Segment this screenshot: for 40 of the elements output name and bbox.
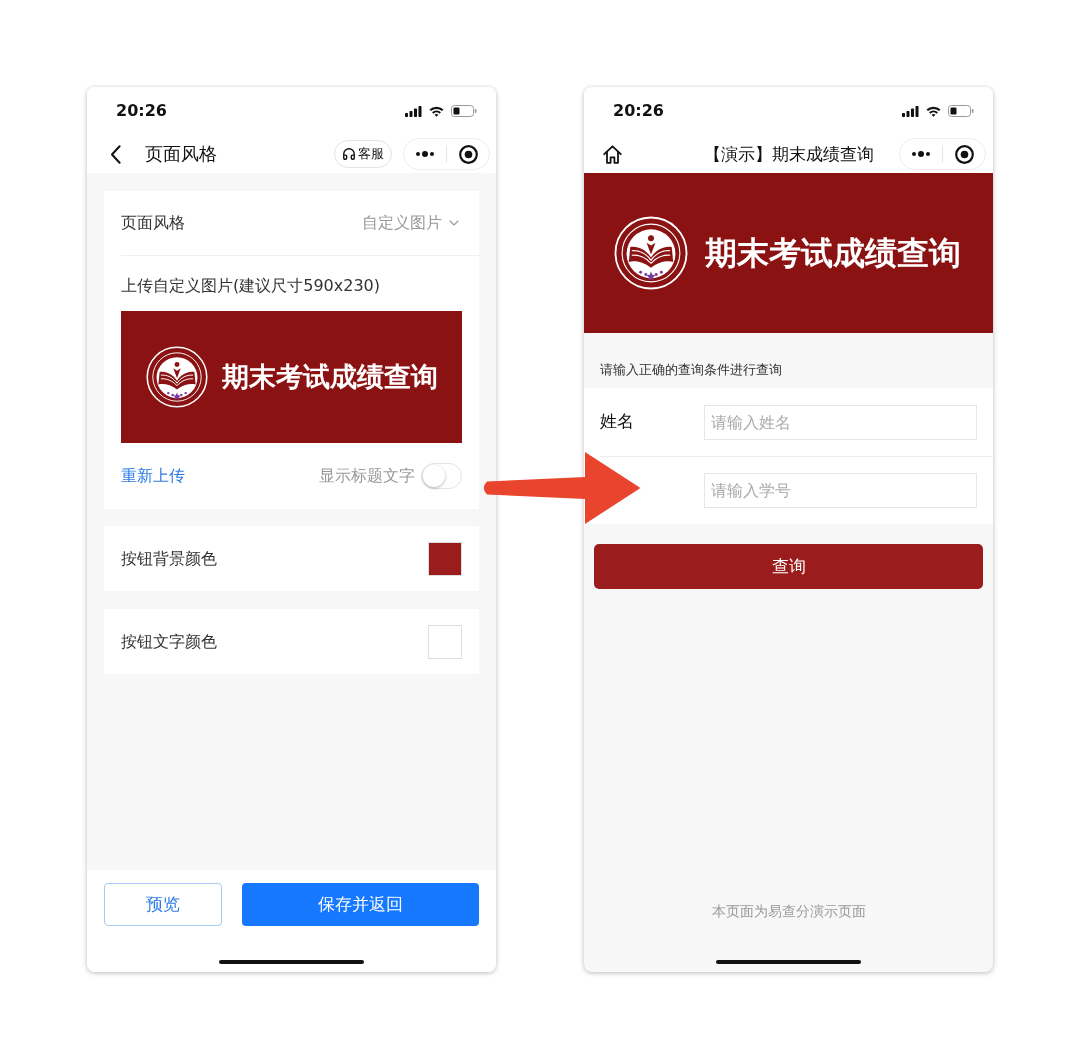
wifi-icon — [429, 105, 444, 117]
color-swatch[interactable] — [428, 541, 462, 576]
emblem-icon — [145, 346, 208, 408]
banner-title: 期末考试成绩查询 — [221, 360, 438, 394]
emblem-icon — [614, 216, 688, 290]
query-button[interactable]: 查询 — [594, 544, 983, 589]
wifi-icon — [926, 105, 941, 117]
preview-button[interactable]: 预览 — [104, 883, 222, 926]
setting-label: 按钮背景颜色 — [121, 547, 217, 570]
nav-title: 【演示】期末成绩查询 — [703, 143, 874, 166]
toggle-switch[interactable] — [421, 463, 462, 489]
footer-text: 本页面为易查分演示页面 — [711, 902, 866, 921]
upload-label: 上传自定义图片(建议尺寸590x230) — [121, 275, 382, 297]
signal-icon — [405, 105, 422, 117]
back-icon[interactable] — [110, 144, 121, 164]
headphones-icon — [342, 147, 356, 161]
home-icon[interactable] — [603, 144, 622, 164]
more-icon[interactable] — [416, 151, 434, 157]
service-button[interactable]: 客服 — [334, 140, 392, 168]
toggle-label: 显示标题文字 — [319, 465, 415, 487]
save-button[interactable]: 保存并返回 — [242, 883, 479, 926]
target-icon[interactable] — [955, 144, 974, 164]
battery-icon — [451, 105, 477, 117]
input-field[interactable]: 请输入学号 — [704, 473, 977, 508]
reupload-link[interactable]: 重新上传 — [121, 464, 185, 488]
banner-title: 期末考试成绩查询 — [705, 233, 961, 273]
setting-label: 页面风格 — [121, 212, 185, 234]
hint-text: 请输入正确的查询条件进行查询 — [600, 361, 783, 379]
style-select[interactable]: 自定义图片 — [362, 211, 462, 235]
signal-icon — [902, 105, 919, 117]
status-time: 20:26 — [116, 101, 167, 121]
color-swatch[interactable] — [428, 624, 462, 659]
setting-label: 按钮文字颜色 — [121, 630, 217, 653]
battery-icon — [948, 105, 974, 117]
status-time: 20:26 — [613, 101, 664, 121]
target-icon[interactable] — [459, 144, 478, 164]
input-field[interactable]: 请输入姓名 — [704, 404, 977, 440]
nav-title: 页面风格 — [145, 142, 217, 166]
more-icon[interactable] — [912, 151, 930, 157]
field-label: 姓名 — [600, 411, 634, 432]
